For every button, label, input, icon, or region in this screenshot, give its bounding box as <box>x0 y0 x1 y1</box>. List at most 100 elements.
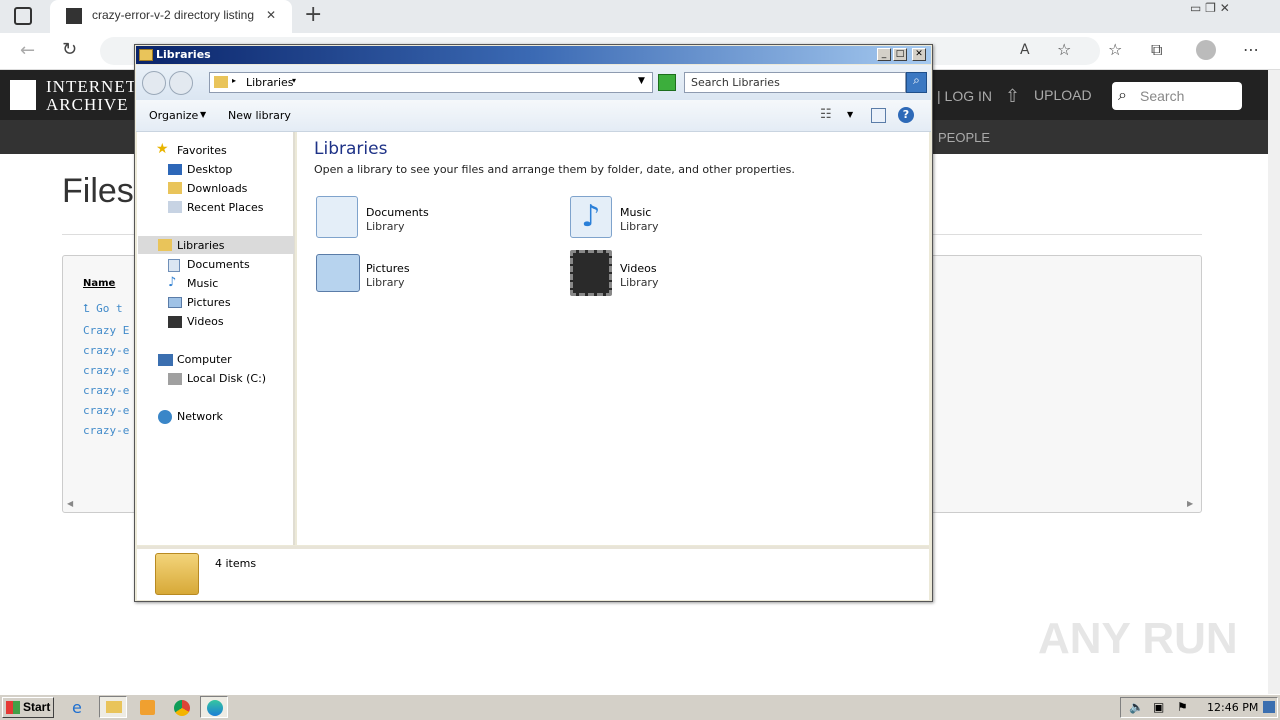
read-aloud-icon[interactable]: A <box>1020 42 1030 58</box>
nav-desktop[interactable]: Desktop <box>187 163 232 176</box>
go-up-link[interactable]: ⮤ Go t <box>83 302 123 316</box>
action-center-flag-icon[interactable]: ⚑ <box>1177 700 1188 714</box>
local-disk-icon <box>168 373 182 385</box>
new-library-button[interactable]: New library <box>228 109 291 122</box>
page-scrollbar[interactable] <box>1268 70 1280 694</box>
nav-music[interactable]: Music <box>187 277 218 290</box>
videos-icon <box>168 316 182 328</box>
explorer-title-bar[interactable]: Libraries _ □ ✕ <box>136 46 931 64</box>
close-tab-icon[interactable]: ✕ <box>266 8 276 22</box>
file-link[interactable]: crazy-e <box>83 344 129 357</box>
nav-favorites[interactable]: Favorites <box>177 144 227 157</box>
volume-icon[interactable]: 🔈 <box>1129 700 1144 714</box>
favorites-icon[interactable]: ☆ <box>1108 40 1122 59</box>
file-link[interactable]: Crazy E <box>83 324 129 337</box>
nav-network[interactable]: Network <box>177 410 223 423</box>
back-arrow-icon[interactable] <box>142 71 166 95</box>
nav-documents[interactable]: Documents <box>187 258 250 271</box>
nav-computer[interactable]: Computer <box>177 353 232 366</box>
chevron-down-icon[interactable]: ▸ <box>232 76 236 85</box>
window-title: Libraries <box>156 48 211 61</box>
login-link[interactable]: | LOG IN <box>937 88 992 104</box>
breadcrumb[interactable]: ▸ Libraries ▾ ▼ <box>209 72 653 93</box>
windows-logo-icon <box>6 701 20 714</box>
nav-recent-places[interactable]: Recent Places <box>187 201 264 214</box>
clock[interactable]: 12:46 PM <box>1207 701 1258 714</box>
chevron-down-icon[interactable]: ▼ <box>200 110 206 119</box>
breadcrumb-libraries[interactable]: Libraries <box>246 76 294 89</box>
start-button[interactable]: Start <box>2 697 54 718</box>
window-controls[interactable]: ▭ ❐ ✕ <box>1190 1 1230 15</box>
documents-library-icon <box>316 196 358 238</box>
search-icon[interactable]: ⌕ <box>906 72 927 93</box>
search-placeholder: Search Libraries <box>691 76 780 89</box>
ia-logo-text-1[interactable]: INTERNET <box>46 77 137 97</box>
explorer-taskbar-icon[interactable] <box>99 696 127 718</box>
organize-button[interactable]: Organize <box>149 109 198 122</box>
system-tray: 🔈 ▣ ⚑ 12:46 PM <box>1120 697 1278 718</box>
ia-search-input[interactable]: ⌕ Search <box>1112 82 1242 110</box>
maximize-button[interactable]: □ <box>893 48 907 61</box>
preview-pane-icon[interactable] <box>871 108 886 123</box>
name-column-header[interactable]: Name <box>83 278 115 289</box>
ia-logo-icon[interactable] <box>10 80 36 110</box>
item-name: Documents <box>366 206 429 219</box>
show-desktop-icon[interactable] <box>1263 701 1275 713</box>
collections-icon[interactable]: ⧉ <box>1151 40 1162 60</box>
nav-pictures[interactable]: Pictures <box>187 296 231 309</box>
videos-library-icon <box>570 250 612 296</box>
minimize-button[interactable]: _ <box>877 48 891 61</box>
scroll-left-icon[interactable]: ◀ <box>67 499 73 508</box>
more-menu-icon[interactable]: ⋯ <box>1243 40 1259 59</box>
history-dropdown-icon[interactable]: ▼ <box>638 76 645 86</box>
upload-link[interactable]: UPLOAD <box>1034 87 1092 103</box>
file-link[interactable]: crazy-e <box>83 404 129 417</box>
ie-taskbar-icon[interactable]: e <box>66 696 94 718</box>
edge-taskbar-icon[interactable] <box>200 696 228 718</box>
close-button[interactable]: ✕ <box>912 48 926 61</box>
library-item-pictures[interactable]: Pictures Library <box>314 250 564 298</box>
new-tab-button[interactable]: + <box>304 2 322 27</box>
help-icon[interactable]: ? <box>898 107 914 123</box>
details-pane: 4 items <box>137 546 929 600</box>
file-link[interactable]: crazy-e <box>83 364 129 377</box>
nav-people[interactable]: PEOPLE <box>938 130 990 145</box>
refresh-icon[interactable]: ↻ <box>62 39 77 60</box>
chevron-down-icon[interactable]: ▾ <box>292 76 296 85</box>
media-player-taskbar-icon[interactable] <box>133 696 161 718</box>
file-link[interactable]: crazy-e <box>83 384 129 397</box>
upload-icon: ⇧ <box>1005 86 1021 107</box>
chrome-taskbar-icon[interactable] <box>167 696 195 718</box>
refresh-icon[interactable] <box>658 74 676 91</box>
ia-logo-text-2[interactable]: ARCHIVE <box>46 95 129 115</box>
ia-search-placeholder: Search <box>1140 88 1185 104</box>
add-favorite-icon[interactable]: ☆ <box>1057 40 1071 59</box>
back-icon[interactable]: ← <box>20 40 35 61</box>
network-icon <box>158 410 172 424</box>
network-tray-icon[interactable]: ▣ <box>1153 700 1164 714</box>
nav-videos[interactable]: Videos <box>187 315 224 328</box>
item-name: Music <box>620 206 652 219</box>
nav-downloads[interactable]: Downloads <box>187 182 247 195</box>
scroll-right-icon[interactable]: ▶ <box>1187 499 1193 508</box>
library-item-videos[interactable]: Videos Library <box>568 250 818 298</box>
item-type: Library <box>620 220 659 233</box>
go-up-text: Go t <box>96 302 123 315</box>
nav-libraries[interactable]: Libraries <box>177 239 225 252</box>
content-pane: Libraries Open a library to see your fil… <box>297 132 929 545</box>
browser-tab[interactable]: crazy-error-v-2 directory listing ✕ <box>50 0 292 33</box>
nav-local-disk[interactable]: Local Disk (C:) <box>187 372 266 385</box>
tab-actions-icon[interactable] <box>14 7 32 25</box>
search-icon: ⌕ <box>1118 85 1127 104</box>
library-item-music[interactable]: ♪ Music Library <box>568 194 818 242</box>
profile-avatar[interactable] <box>1196 40 1216 60</box>
library-item-documents[interactable]: Documents Library <box>314 194 564 242</box>
downloads-icon <box>168 182 182 194</box>
libraries-folder-icon <box>139 49 153 61</box>
view-options-icon[interactable]: ☷ <box>820 107 832 122</box>
file-link[interactable]: crazy-e <box>83 424 129 437</box>
pictures-icon <box>168 297 182 308</box>
search-libraries-input[interactable]: Search Libraries <box>684 72 906 93</box>
chevron-down-icon[interactable]: ▼ <box>847 110 853 119</box>
forward-arrow-icon[interactable] <box>169 71 193 95</box>
